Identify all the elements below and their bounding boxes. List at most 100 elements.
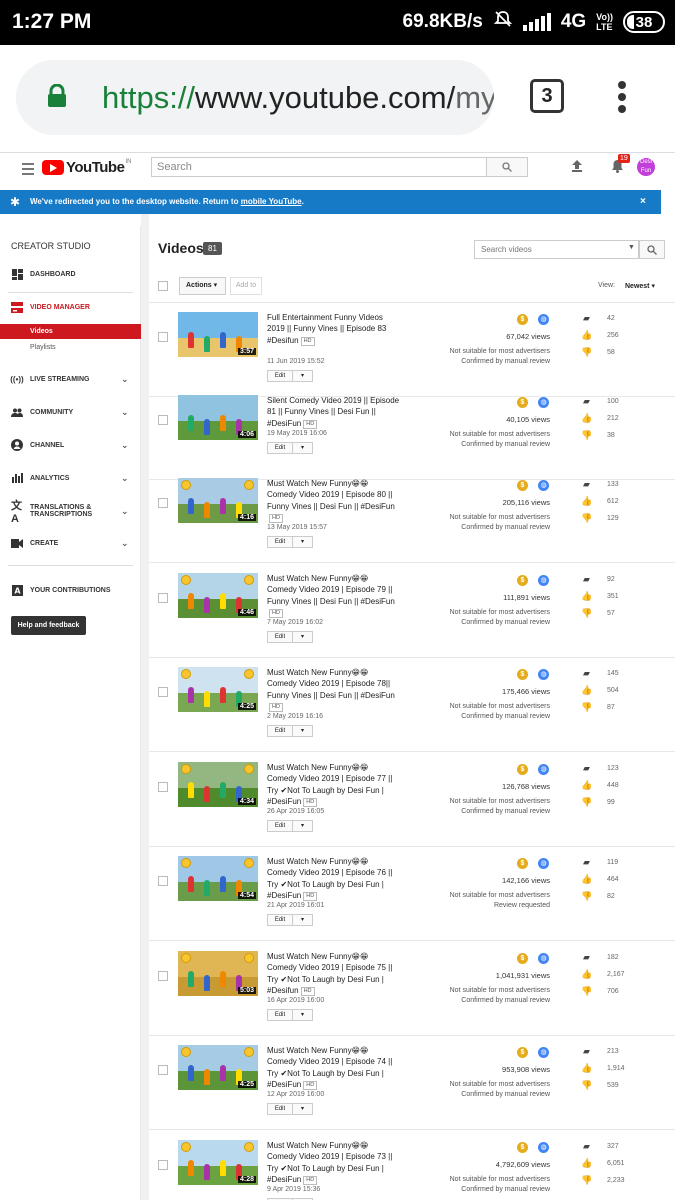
youtube-search-button[interactable] — [486, 157, 528, 177]
row-checkbox[interactable] — [158, 971, 168, 981]
sidebar-item-create[interactable]: CREATE ⌄ — [0, 531, 141, 555]
video-thumbnail[interactable]: 3:57 — [178, 312, 258, 357]
row-checkbox[interactable] — [158, 782, 168, 792]
tab-switcher-button[interactable]: 3 — [530, 79, 564, 113]
ad-suitability-status[interactable]: Not suitable for most advertisers — [450, 1176, 550, 1183]
monetization-icon[interactable]: $ — [517, 764, 528, 775]
monetization-icon[interactable]: $ — [517, 575, 528, 586]
video-title[interactable]: Must Watch New Funny😁😁 Comedy Video 2019… — [267, 574, 395, 606]
ad-suitability-status[interactable]: Not suitable for most advertisers — [450, 892, 550, 899]
address-bar[interactable]: https://www.youtube.com/my — [16, 60, 494, 135]
monetization-icon[interactable]: $ — [517, 953, 528, 964]
ad-suitability-status[interactable]: Not suitable for most advertisers — [450, 798, 550, 805]
sidebar-item-translations[interactable]: 文A TRANSLATIONS & TRANSCRIPTIONS ⌄ — [0, 499, 141, 525]
menu-icon[interactable] — [618, 81, 626, 117]
edit-button[interactable]: Edit — [267, 536, 293, 549]
youtube-search-input[interactable]: Search — [151, 157, 487, 177]
row-checkbox[interactable] — [158, 1065, 168, 1075]
edit-dropdown[interactable]: ▾ — [293, 1103, 313, 1116]
ad-suitability-status[interactable]: Not suitable for most advertisers — [450, 1081, 550, 1088]
public-globe-icon[interactable]: ◍ — [538, 575, 549, 586]
row-checkbox[interactable] — [158, 1160, 168, 1170]
monetization-icon[interactable]: $ — [517, 1142, 528, 1153]
video-thumbnail[interactable]: 4:16 — [178, 478, 258, 523]
ad-suitability-status[interactable]: Not suitable for most advertisers — [450, 987, 550, 994]
edit-dropdown[interactable]: ▾ — [293, 914, 313, 927]
monetization-icon[interactable]: $ — [517, 669, 528, 680]
youtube-logo[interactable]: YouTube IN — [42, 159, 131, 176]
video-thumbnail[interactable]: 4:28 — [178, 1140, 258, 1185]
video-title[interactable]: Must Watch New Funny😁😁 Comedy Video 2019… — [267, 668, 395, 700]
edit-button[interactable]: Edit — [267, 820, 293, 833]
edit-dropdown[interactable]: ▾ — [293, 725, 313, 738]
video-thumbnail[interactable]: 4:54 — [178, 856, 258, 901]
edit-dropdown[interactable]: ▾ — [293, 370, 313, 383]
public-globe-icon[interactable]: ◍ — [538, 953, 549, 964]
public-globe-icon[interactable]: ◍ — [538, 764, 549, 775]
monetization-icon[interactable]: $ — [517, 858, 528, 869]
edit-dropdown[interactable]: ▾ — [293, 536, 313, 549]
video-title[interactable]: Must Watch New Funny😁😁 Comedy Video 2019… — [267, 763, 392, 806]
video-thumbnail[interactable]: 4:25 — [178, 667, 258, 712]
ad-suitability-status[interactable]: Not suitable for most advertisers — [450, 514, 550, 521]
ad-suitability-status[interactable]: Not suitable for most advertisers — [450, 609, 550, 616]
sidebar-item-analytics[interactable]: ANALYTICS ⌄ — [0, 466, 141, 490]
sidebar-item-live-streaming[interactable]: ((•)) LIVE STREAMING ⌄ — [0, 367, 141, 391]
select-all-checkbox[interactable] — [158, 281, 168, 291]
edit-dropdown[interactable]: ▾ — [293, 631, 313, 644]
public-globe-icon[interactable]: ◍ — [538, 669, 549, 680]
video-thumbnail[interactable]: 5:03 — [178, 951, 258, 996]
upload-icon[interactable] — [570, 159, 584, 173]
video-title[interactable]: Must Watch New Funny😁😁 Comedy Video 2019… — [267, 1046, 392, 1089]
edit-button[interactable]: Edit — [267, 914, 293, 927]
monetization-icon[interactable]: $ — [517, 1047, 528, 1058]
row-checkbox[interactable] — [158, 415, 168, 425]
video-title[interactable]: Must Watch New Funny😁😁 Comedy Video 2019… — [267, 1141, 392, 1184]
edit-button[interactable]: Edit — [267, 631, 293, 644]
ad-suitability-status[interactable]: Not suitable for most advertisers — [450, 348, 550, 355]
public-globe-icon[interactable]: ◍ — [538, 480, 549, 491]
actions-dropdown[interactable]: Actions ▾ — [179, 277, 226, 295]
row-checkbox[interactable] — [158, 332, 168, 342]
edit-button[interactable]: Edit — [267, 370, 293, 383]
row-checkbox[interactable] — [158, 593, 168, 603]
hamburger-icon[interactable] — [22, 163, 34, 178]
row-checkbox[interactable] — [158, 687, 168, 697]
edit-dropdown[interactable]: ▾ — [293, 441, 313, 454]
public-globe-icon[interactable]: ◍ — [538, 397, 549, 408]
sidebar-item-channel[interactable]: CHANNEL ⌄ — [0, 433, 141, 457]
close-icon[interactable]: × — [640, 190, 646, 214]
sidebar-item-video-manager[interactable]: VIDEO MANAGER — [0, 295, 141, 319]
sidebar-item-playlists[interactable]: Playlists — [0, 340, 141, 355]
public-globe-icon[interactable]: ◍ — [538, 858, 549, 869]
mobile-youtube-link[interactable]: mobile YouTube — [241, 197, 302, 206]
edit-dropdown[interactable]: ▾ — [293, 820, 313, 833]
video-title[interactable]: Must Watch New Funny😁😁 Comedy Video 2019… — [267, 479, 395, 511]
video-title[interactable]: Must Watch New Funny😁😁 Comedy Video 2019… — [267, 952, 392, 995]
video-thumbnail[interactable]: 4:46 — [178, 573, 258, 618]
monetization-icon[interactable]: $ — [517, 397, 528, 408]
ad-suitability-status[interactable]: Not suitable for most advertisers — [450, 703, 550, 710]
search-videos-button[interactable] — [639, 240, 665, 259]
help-and-feedback-button[interactable]: Help and feedback — [11, 616, 86, 635]
sidebar-item-your-contributions[interactable]: A YOUR CONTRIBUTIONS — [0, 578, 141, 602]
edit-dropdown[interactable]: ▾ — [293, 1009, 313, 1022]
sidebar-item-dashboard[interactable]: DASHBOARD — [0, 262, 141, 286]
add-to-button[interactable]: Add to — [230, 277, 262, 295]
sidebar-item-videos[interactable]: Videos — [0, 324, 141, 339]
video-title[interactable]: Full Entertainment Funny Videos 2019 || … — [267, 313, 386, 345]
public-globe-icon[interactable]: ◍ — [538, 1047, 549, 1058]
edit-button[interactable]: Edit — [267, 441, 293, 454]
edit-button[interactable]: Edit — [267, 725, 293, 738]
edit-button[interactable]: Edit — [267, 1009, 293, 1022]
sort-dropdown[interactable]: Newest ▾ — [625, 282, 655, 290]
video-title[interactable]: Must Watch New Funny😁😁 Comedy Video 2019… — [267, 857, 392, 900]
video-title[interactable]: Silent Comedy Video 2019 || Episode 81 |… — [267, 396, 399, 428]
avatar[interactable]: Desi Fun — [637, 158, 655, 176]
sidebar-item-community[interactable]: COMMUNITY ⌄ — [0, 400, 141, 424]
monetization-icon[interactable]: $ — [517, 314, 528, 325]
caret-down-icon[interactable]: ▼ — [628, 244, 635, 251]
video-thumbnail[interactable]: 4:25 — [178, 1045, 258, 1090]
public-globe-icon[interactable]: ◍ — [538, 314, 549, 325]
ad-suitability-status[interactable]: Not suitable for most advertisers — [450, 431, 550, 438]
